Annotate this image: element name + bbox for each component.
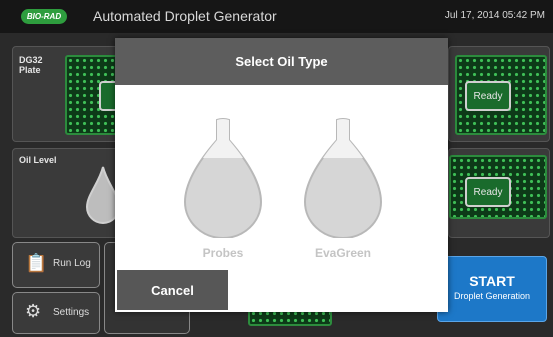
- plate-label: DG32 Plate: [19, 55, 43, 75]
- settings-button[interactable]: ⚙ Settings: [12, 292, 100, 334]
- oil-panel-right[interactable]: Ready: [448, 148, 550, 238]
- oil-level-label: Oil Level: [19, 155, 57, 165]
- gear-icon: ⚙: [25, 301, 42, 321]
- plate-panel-right[interactable]: Ready: [448, 46, 550, 142]
- app-screen: BIO-RAD Automated Droplet Generator Jul …: [0, 0, 553, 337]
- start-sublabel: Droplet Generation: [453, 291, 531, 301]
- ready-indicator-2: Ready: [465, 177, 511, 207]
- evagreen-option[interactable]: EvaGreen: [293, 246, 393, 260]
- cancel-button[interactable]: Cancel: [117, 270, 228, 310]
- settings-label: Settings: [53, 307, 90, 318]
- probes-option[interactable]: Probes: [173, 246, 273, 260]
- clipboard-icon: 📋: [25, 253, 48, 273]
- biorad-logo: BIO-RAD: [21, 9, 67, 24]
- app-title: Automated Droplet Generator: [93, 8, 277, 24]
- run-log-label: Run Log: [53, 258, 91, 269]
- ready-indicator-1: Ready: [465, 81, 511, 111]
- select-oil-dialog: Select Oil Type Probes EvaGreen Cancel: [115, 38, 448, 312]
- datetime: Jul 17, 2014 05:42 PM: [444, 10, 545, 21]
- top-bar: BIO-RAD Automated Droplet Generator Jul …: [0, 0, 553, 33]
- run-log-button[interactable]: 📋 Run Log: [12, 242, 100, 288]
- start-button[interactable]: START Droplet Generation: [437, 256, 547, 322]
- evagreen-oil-drop-icon[interactable]: [301, 118, 385, 238]
- dialog-title: Select Oil Type: [115, 38, 448, 85]
- start-label: START: [469, 273, 515, 289]
- probes-oil-drop-icon[interactable]: [181, 118, 265, 238]
